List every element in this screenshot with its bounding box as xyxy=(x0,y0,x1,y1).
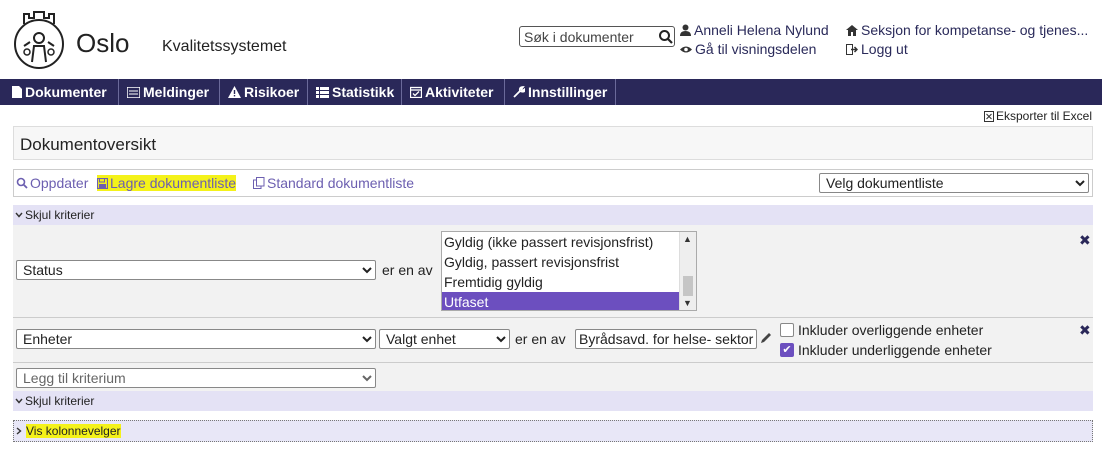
criterion-field-select[interactable]: Status xyxy=(16,260,376,280)
list-icon xyxy=(127,86,140,98)
scroll-up-icon[interactable]: ▲ xyxy=(683,234,692,244)
calendar-check-icon xyxy=(410,86,422,98)
nav-item-documents[interactable]: Dokumenter xyxy=(4,79,119,105)
include-parent-label[interactable]: Inkluder overliggende enheter xyxy=(798,322,983,338)
document-list-select[interactable]: Velg dokumentliste xyxy=(819,173,1089,193)
export-excel-link[interactable]: Eksporter til Excel xyxy=(983,109,1092,123)
export-label[interactable]: Eksporter til Excel xyxy=(996,109,1092,123)
save-list-highlight: Lagre dokumentliste xyxy=(97,175,237,191)
scroll-down-icon[interactable]: ▼ xyxy=(683,298,692,308)
chevron-down-icon xyxy=(15,212,23,218)
nav-label: Statistikk xyxy=(332,84,395,100)
page-title: Dokumentoversikt xyxy=(20,135,157,154)
nav-item-activities[interactable]: Aktiviteter xyxy=(402,79,505,105)
home-icon xyxy=(846,24,858,36)
user-link[interactable]: Anneli Helena Nylund xyxy=(680,22,829,38)
hide-criteria-label[interactable]: Skjul kriterier xyxy=(25,208,94,222)
standard-list-label[interactable]: Standard dokumentliste xyxy=(267,175,414,191)
eye-icon xyxy=(680,46,692,52)
save-list-button[interactable]: Lagre dokumentliste xyxy=(97,175,237,191)
unit-value-field[interactable]: Byrådsavd. for helse- sektor xyxy=(575,329,757,349)
main-nav: Dokumenter Meldinger Risikoer Statistikk… xyxy=(0,79,1102,105)
include-children-label[interactable]: Inkluder underliggende enheter xyxy=(798,342,992,358)
wrench-icon xyxy=(513,86,525,98)
pencil-icon[interactable] xyxy=(760,331,772,349)
nav-label: Innstillinger xyxy=(528,84,608,100)
include-parent-checkbox[interactable] xyxy=(780,323,794,337)
standard-list-button[interactable]: Standard dokumentliste xyxy=(253,175,414,191)
page-title-panel: Dokumentoversikt xyxy=(13,126,1093,160)
toolbar: Oppdater Lagre dokumentliste Standard do… xyxy=(13,169,1093,197)
column-selector-label[interactable]: Vis kolonnevelger xyxy=(26,424,121,438)
logout-link[interactable]: Logg ut xyxy=(846,41,908,57)
column-selector-toggle[interactable]: Vis kolonnevelger xyxy=(13,420,1093,442)
excel-file-icon xyxy=(983,110,994,122)
remove-criterion-icon[interactable]: ✖ xyxy=(1079,322,1091,339)
document-icon xyxy=(12,86,22,98)
row-divider xyxy=(13,362,1093,363)
include-children-checkbox-row[interactable]: ✔ Inkluder underliggende enheter xyxy=(780,342,992,358)
save-icon xyxy=(97,177,108,189)
refresh-button[interactable]: Oppdater xyxy=(16,175,88,191)
unit-mode-select[interactable]: Valgt enhet xyxy=(379,329,510,349)
nav-item-settings[interactable]: Innstillinger xyxy=(505,79,616,105)
status-option[interactable]: Gyldig (ikke passert revisjonsfrist) xyxy=(444,232,653,252)
logout-icon xyxy=(846,43,858,55)
scrollbar-thumb[interactable] xyxy=(683,276,693,296)
app-name: Oslo xyxy=(76,28,130,58)
status-option[interactable]: Fremtidig gyldig xyxy=(444,272,543,292)
logout-label[interactable]: Logg ut xyxy=(861,41,908,57)
nav-label: Aktiviteter xyxy=(425,84,494,100)
search-icon[interactable] xyxy=(658,29,674,45)
remove-criterion-icon[interactable]: ✖ xyxy=(1079,232,1091,249)
user-name[interactable]: Anneli Helena Nylund xyxy=(694,22,829,38)
include-children-checkbox[interactable]: ✔ xyxy=(780,343,794,357)
include-parent-checkbox-row[interactable]: Inkluder overliggende enheter xyxy=(780,322,983,338)
hide-criteria-toggle[interactable]: Skjul kriterier xyxy=(13,205,1093,225)
user-icon xyxy=(680,24,691,36)
search-box[interactable] xyxy=(519,26,675,47)
nav-label: Dokumenter xyxy=(25,84,107,100)
warning-icon xyxy=(228,86,241,98)
operator-label: er en av xyxy=(382,262,433,278)
app-subtitle: Kvalitetssystemet xyxy=(162,38,287,55)
hide-criteria-toggle-bottom[interactable]: Skjul kriterier xyxy=(13,391,1093,411)
nav-item-messages[interactable]: Meldinger xyxy=(119,79,220,105)
search-input[interactable] xyxy=(520,28,658,45)
listbox-scrollbar[interactable]: ▲ ▼ xyxy=(679,232,696,310)
nav-item-risks[interactable]: Risikoer xyxy=(220,79,308,105)
table-icon xyxy=(316,86,329,98)
department-name[interactable]: Seksjon for kompetanse- og tjenes... xyxy=(861,22,1088,38)
status-option-selected[interactable]: Utfaset xyxy=(442,292,682,310)
status-multiselect[interactable]: Gyldig (ikke passert revisjonsfrist) Gyl… xyxy=(441,231,697,311)
nav-item-statistics[interactable]: Statistikk xyxy=(308,79,402,105)
nav-label: Risikoer xyxy=(244,84,300,100)
operator-label: er en av xyxy=(515,331,566,347)
view-mode-link[interactable]: Gå til visningsdelen xyxy=(680,41,816,57)
department-link[interactable]: Seksjon for kompetanse- og tjenes... xyxy=(846,22,1088,38)
row-divider xyxy=(13,317,1093,318)
chevron-down-icon xyxy=(15,398,23,404)
chevron-right-icon xyxy=(16,427,22,435)
copy-icon xyxy=(253,177,265,189)
refresh-label[interactable]: Oppdater xyxy=(30,175,88,191)
criterion-field-select[interactable]: Enheter xyxy=(16,329,376,349)
nav-label: Meldinger xyxy=(143,84,210,100)
view-mode-label[interactable]: Gå til visningsdelen xyxy=(695,41,816,57)
save-list-label[interactable]: Lagre dokumentliste xyxy=(110,175,236,191)
oslo-logo[interactable] xyxy=(10,6,68,70)
status-option[interactable]: Gyldig, passert revisjonsfrist xyxy=(444,252,619,272)
search-icon xyxy=(16,177,28,189)
add-criterion-select[interactable]: Legg til kriterium xyxy=(16,368,376,388)
hide-criteria-label[interactable]: Skjul kriterier xyxy=(25,394,94,408)
